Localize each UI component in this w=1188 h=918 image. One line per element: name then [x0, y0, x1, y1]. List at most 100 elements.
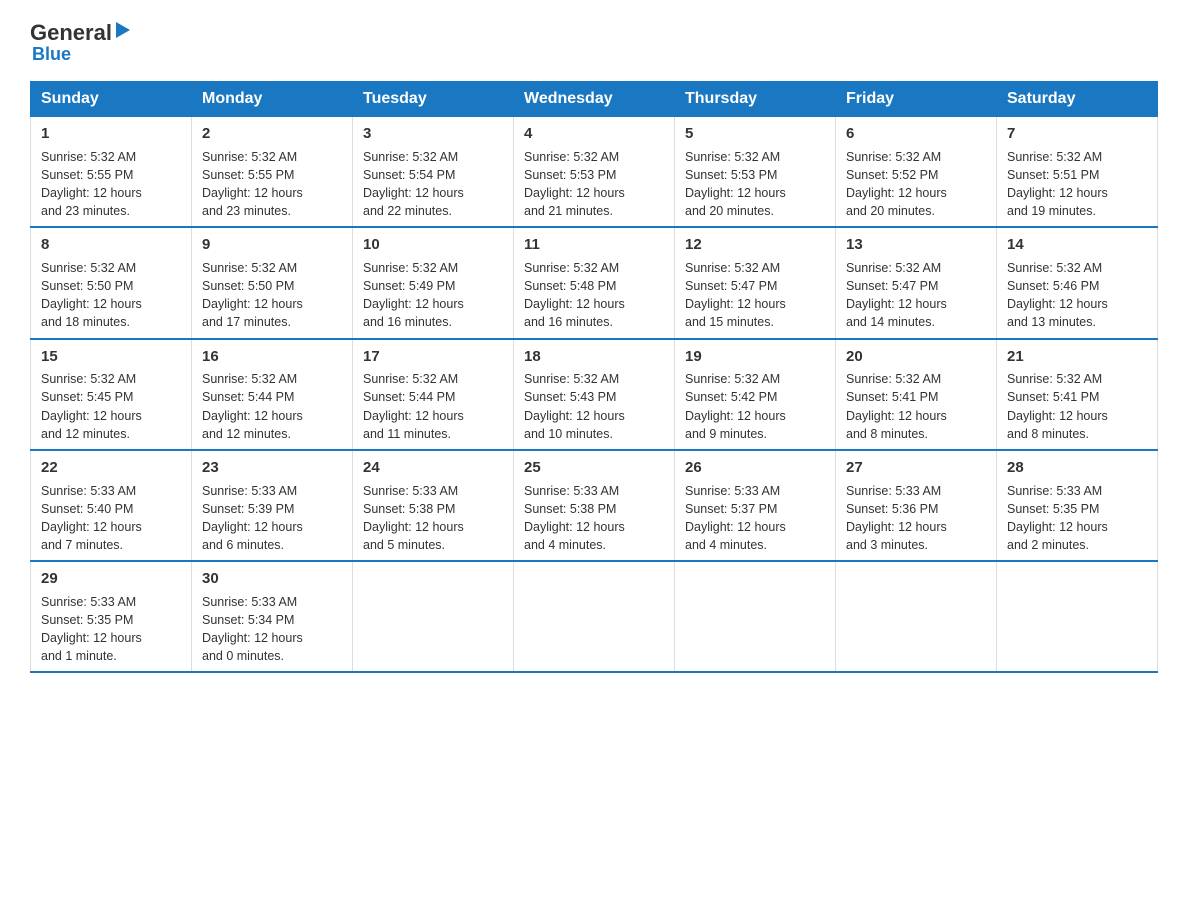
table-row: 13 Sunrise: 5:32 AMSunset: 5:47 PMDayligh… [836, 227, 997, 338]
day-number: 19 [685, 346, 825, 368]
day-number: 22 [41, 457, 181, 479]
day-number: 11 [524, 234, 664, 256]
day-number: 30 [202, 568, 342, 590]
day-info: Sunrise: 5:32 AMSunset: 5:44 PMDaylight:… [363, 370, 503, 443]
day-info: Sunrise: 5:32 AMSunset: 5:41 PMDaylight:… [846, 370, 986, 443]
day-info: Sunrise: 5:32 AMSunset: 5:43 PMDaylight:… [524, 370, 664, 443]
table-row: 29 Sunrise: 5:33 AMSunset: 5:35 PMDayligh… [31, 561, 192, 672]
day-info: Sunrise: 5:32 AMSunset: 5:42 PMDaylight:… [685, 370, 825, 443]
table-row: 9 Sunrise: 5:32 AMSunset: 5:50 PMDaylight… [192, 227, 353, 338]
table-row: 12Sunrise: 5:32 AMSunset: 5:47 PMDayligh… [675, 227, 836, 338]
logo-triangle-icon [114, 20, 132, 40]
day-number: 27 [846, 457, 986, 479]
table-row [836, 561, 997, 672]
day-number: 13 [846, 234, 986, 256]
day-info: Sunrise: 5:33 AMSunset: 5:35 PMDaylight:… [1007, 482, 1147, 555]
table-row [353, 561, 514, 672]
day-info: Sunrise: 5:33 AMSunset: 5:35 PMDaylight:… [41, 593, 181, 666]
header-day-saturday: Saturday [997, 82, 1158, 117]
day-number: 25 [524, 457, 664, 479]
logo: General [30, 20, 132, 46]
table-row: 20Sunrise: 5:32 AMSunset: 5:41 PMDayligh… [836, 339, 997, 450]
table-row: 4 Sunrise: 5:32 AMSunset: 5:53 PMDaylight… [514, 117, 675, 228]
day-number: 15 [41, 346, 181, 368]
table-row: 10 Sunrise: 5:32 AMSunset: 5:49 PMDayligh… [353, 227, 514, 338]
day-number: 20 [846, 346, 986, 368]
day-info: Sunrise: 5:32 AMSunset: 5:55 PMDaylight:… [41, 148, 181, 221]
table-row [997, 561, 1158, 672]
table-row: 27Sunrise: 5:33 AMSunset: 5:36 PMDayligh… [836, 450, 997, 561]
day-info: Sunrise: 5:33 AMSunset: 5:37 PMDaylight:… [685, 482, 825, 555]
week-row-4: 22 Sunrise: 5:33 AMSunset: 5:40 PMDayligh… [31, 450, 1158, 561]
day-info: Sunrise: 5:32 AMSunset: 5:54 PMDaylight:… [363, 148, 503, 221]
day-number: 10 [363, 234, 503, 256]
day-number: 29 [41, 568, 181, 590]
day-info: Sunrise: 5:32 AMSunset: 5:52 PMDaylight:… [846, 148, 986, 221]
table-row: 22 Sunrise: 5:33 AMSunset: 5:40 PMDayligh… [31, 450, 192, 561]
week-row-5: 29 Sunrise: 5:33 AMSunset: 5:35 PMDayligh… [31, 561, 1158, 672]
day-number: 9 [202, 234, 342, 256]
calendar-header: SundayMondayTuesdayWednesdayThursdayFrid… [31, 82, 1158, 117]
day-info: Sunrise: 5:32 AMSunset: 5:47 PMDaylight:… [846, 259, 986, 332]
day-number: 5 [685, 123, 825, 145]
day-number: 28 [1007, 457, 1147, 479]
table-row: 7 Sunrise: 5:32 AMSunset: 5:51 PMDaylight… [997, 117, 1158, 228]
table-row: 14 Sunrise: 5:32 AMSunset: 5:46 PMDayligh… [997, 227, 1158, 338]
day-info: Sunrise: 5:32 AMSunset: 5:51 PMDaylight:… [1007, 148, 1147, 221]
table-row: 15Sunrise: 5:32 AMSunset: 5:45 PMDayligh… [31, 339, 192, 450]
day-number: 4 [524, 123, 664, 145]
day-number: 8 [41, 234, 181, 256]
day-info: Sunrise: 5:32 AMSunset: 5:50 PMDaylight:… [202, 259, 342, 332]
table-row: 5 Sunrise: 5:32 AMSunset: 5:53 PMDaylight… [675, 117, 836, 228]
day-number: 7 [1007, 123, 1147, 145]
logo-general-text: General [30, 20, 112, 46]
table-row: 21Sunrise: 5:32 AMSunset: 5:41 PMDayligh… [997, 339, 1158, 450]
day-info: Sunrise: 5:33 AMSunset: 5:38 PMDaylight:… [363, 482, 503, 555]
day-number: 3 [363, 123, 503, 145]
table-row: 2Sunrise: 5:32 AMSunset: 5:55 PMDaylight… [192, 117, 353, 228]
logo-blue-text: Blue [32, 44, 71, 65]
table-row [514, 561, 675, 672]
day-info: Sunrise: 5:32 AMSunset: 5:48 PMDaylight:… [524, 259, 664, 332]
table-row: 6 Sunrise: 5:32 AMSunset: 5:52 PMDaylight… [836, 117, 997, 228]
day-info: Sunrise: 5:32 AMSunset: 5:44 PMDaylight:… [202, 370, 342, 443]
table-row [675, 561, 836, 672]
table-row: 17Sunrise: 5:32 AMSunset: 5:44 PMDayligh… [353, 339, 514, 450]
day-info: Sunrise: 5:33 AMSunset: 5:39 PMDaylight:… [202, 482, 342, 555]
header: General Blue [30, 20, 1158, 65]
day-info: Sunrise: 5:32 AMSunset: 5:49 PMDaylight:… [363, 259, 503, 332]
calendar-table: SundayMondayTuesdayWednesdayThursdayFrid… [30, 81, 1158, 673]
day-number: 16 [202, 346, 342, 368]
day-info: Sunrise: 5:32 AMSunset: 5:41 PMDaylight:… [1007, 370, 1147, 443]
day-info: Sunrise: 5:32 AMSunset: 5:46 PMDaylight:… [1007, 259, 1147, 332]
day-info: Sunrise: 5:32 AMSunset: 5:53 PMDaylight:… [524, 148, 664, 221]
table-row: 24Sunrise: 5:33 AMSunset: 5:38 PMDayligh… [353, 450, 514, 561]
table-row: 11 Sunrise: 5:32 AMSunset: 5:48 PMDayligh… [514, 227, 675, 338]
day-number: 23 [202, 457, 342, 479]
day-info: Sunrise: 5:32 AMSunset: 5:50 PMDaylight:… [41, 259, 181, 332]
header-day-sunday: Sunday [31, 82, 192, 117]
table-row: 16Sunrise: 5:32 AMSunset: 5:44 PMDayligh… [192, 339, 353, 450]
logo-area: General Blue [30, 20, 132, 65]
table-row: 18Sunrise: 5:32 AMSunset: 5:43 PMDayligh… [514, 339, 675, 450]
day-number: 18 [524, 346, 664, 368]
table-row: 8 Sunrise: 5:32 AMSunset: 5:50 PMDaylight… [31, 227, 192, 338]
table-row: 19Sunrise: 5:32 AMSunset: 5:42 PMDayligh… [675, 339, 836, 450]
table-row: 23 Sunrise: 5:33 AMSunset: 5:39 PMDayligh… [192, 450, 353, 561]
week-row-2: 8 Sunrise: 5:32 AMSunset: 5:50 PMDaylight… [31, 227, 1158, 338]
header-day-wednesday: Wednesday [514, 82, 675, 117]
day-info: Sunrise: 5:32 AMSunset: 5:53 PMDaylight:… [685, 148, 825, 221]
week-row-3: 15Sunrise: 5:32 AMSunset: 5:45 PMDayligh… [31, 339, 1158, 450]
table-row: 3 Sunrise: 5:32 AMSunset: 5:54 PMDaylight… [353, 117, 514, 228]
day-number: 1 [41, 123, 181, 145]
header-day-tuesday: Tuesday [353, 82, 514, 117]
day-info: Sunrise: 5:33 AMSunset: 5:40 PMDaylight:… [41, 482, 181, 555]
table-row: 30Sunrise: 5:33 AMSunset: 5:34 PMDayligh… [192, 561, 353, 672]
week-row-1: 1 Sunrise: 5:32 AMSunset: 5:55 PMDaylight… [31, 117, 1158, 228]
header-day-friday: Friday [836, 82, 997, 117]
day-number: 6 [846, 123, 986, 145]
table-row: 26Sunrise: 5:33 AMSunset: 5:37 PMDayligh… [675, 450, 836, 561]
table-row: 28 Sunrise: 5:33 AMSunset: 5:35 PMDayligh… [997, 450, 1158, 561]
day-number: 14 [1007, 234, 1147, 256]
day-info: Sunrise: 5:32 AMSunset: 5:55 PMDaylight:… [202, 148, 342, 221]
